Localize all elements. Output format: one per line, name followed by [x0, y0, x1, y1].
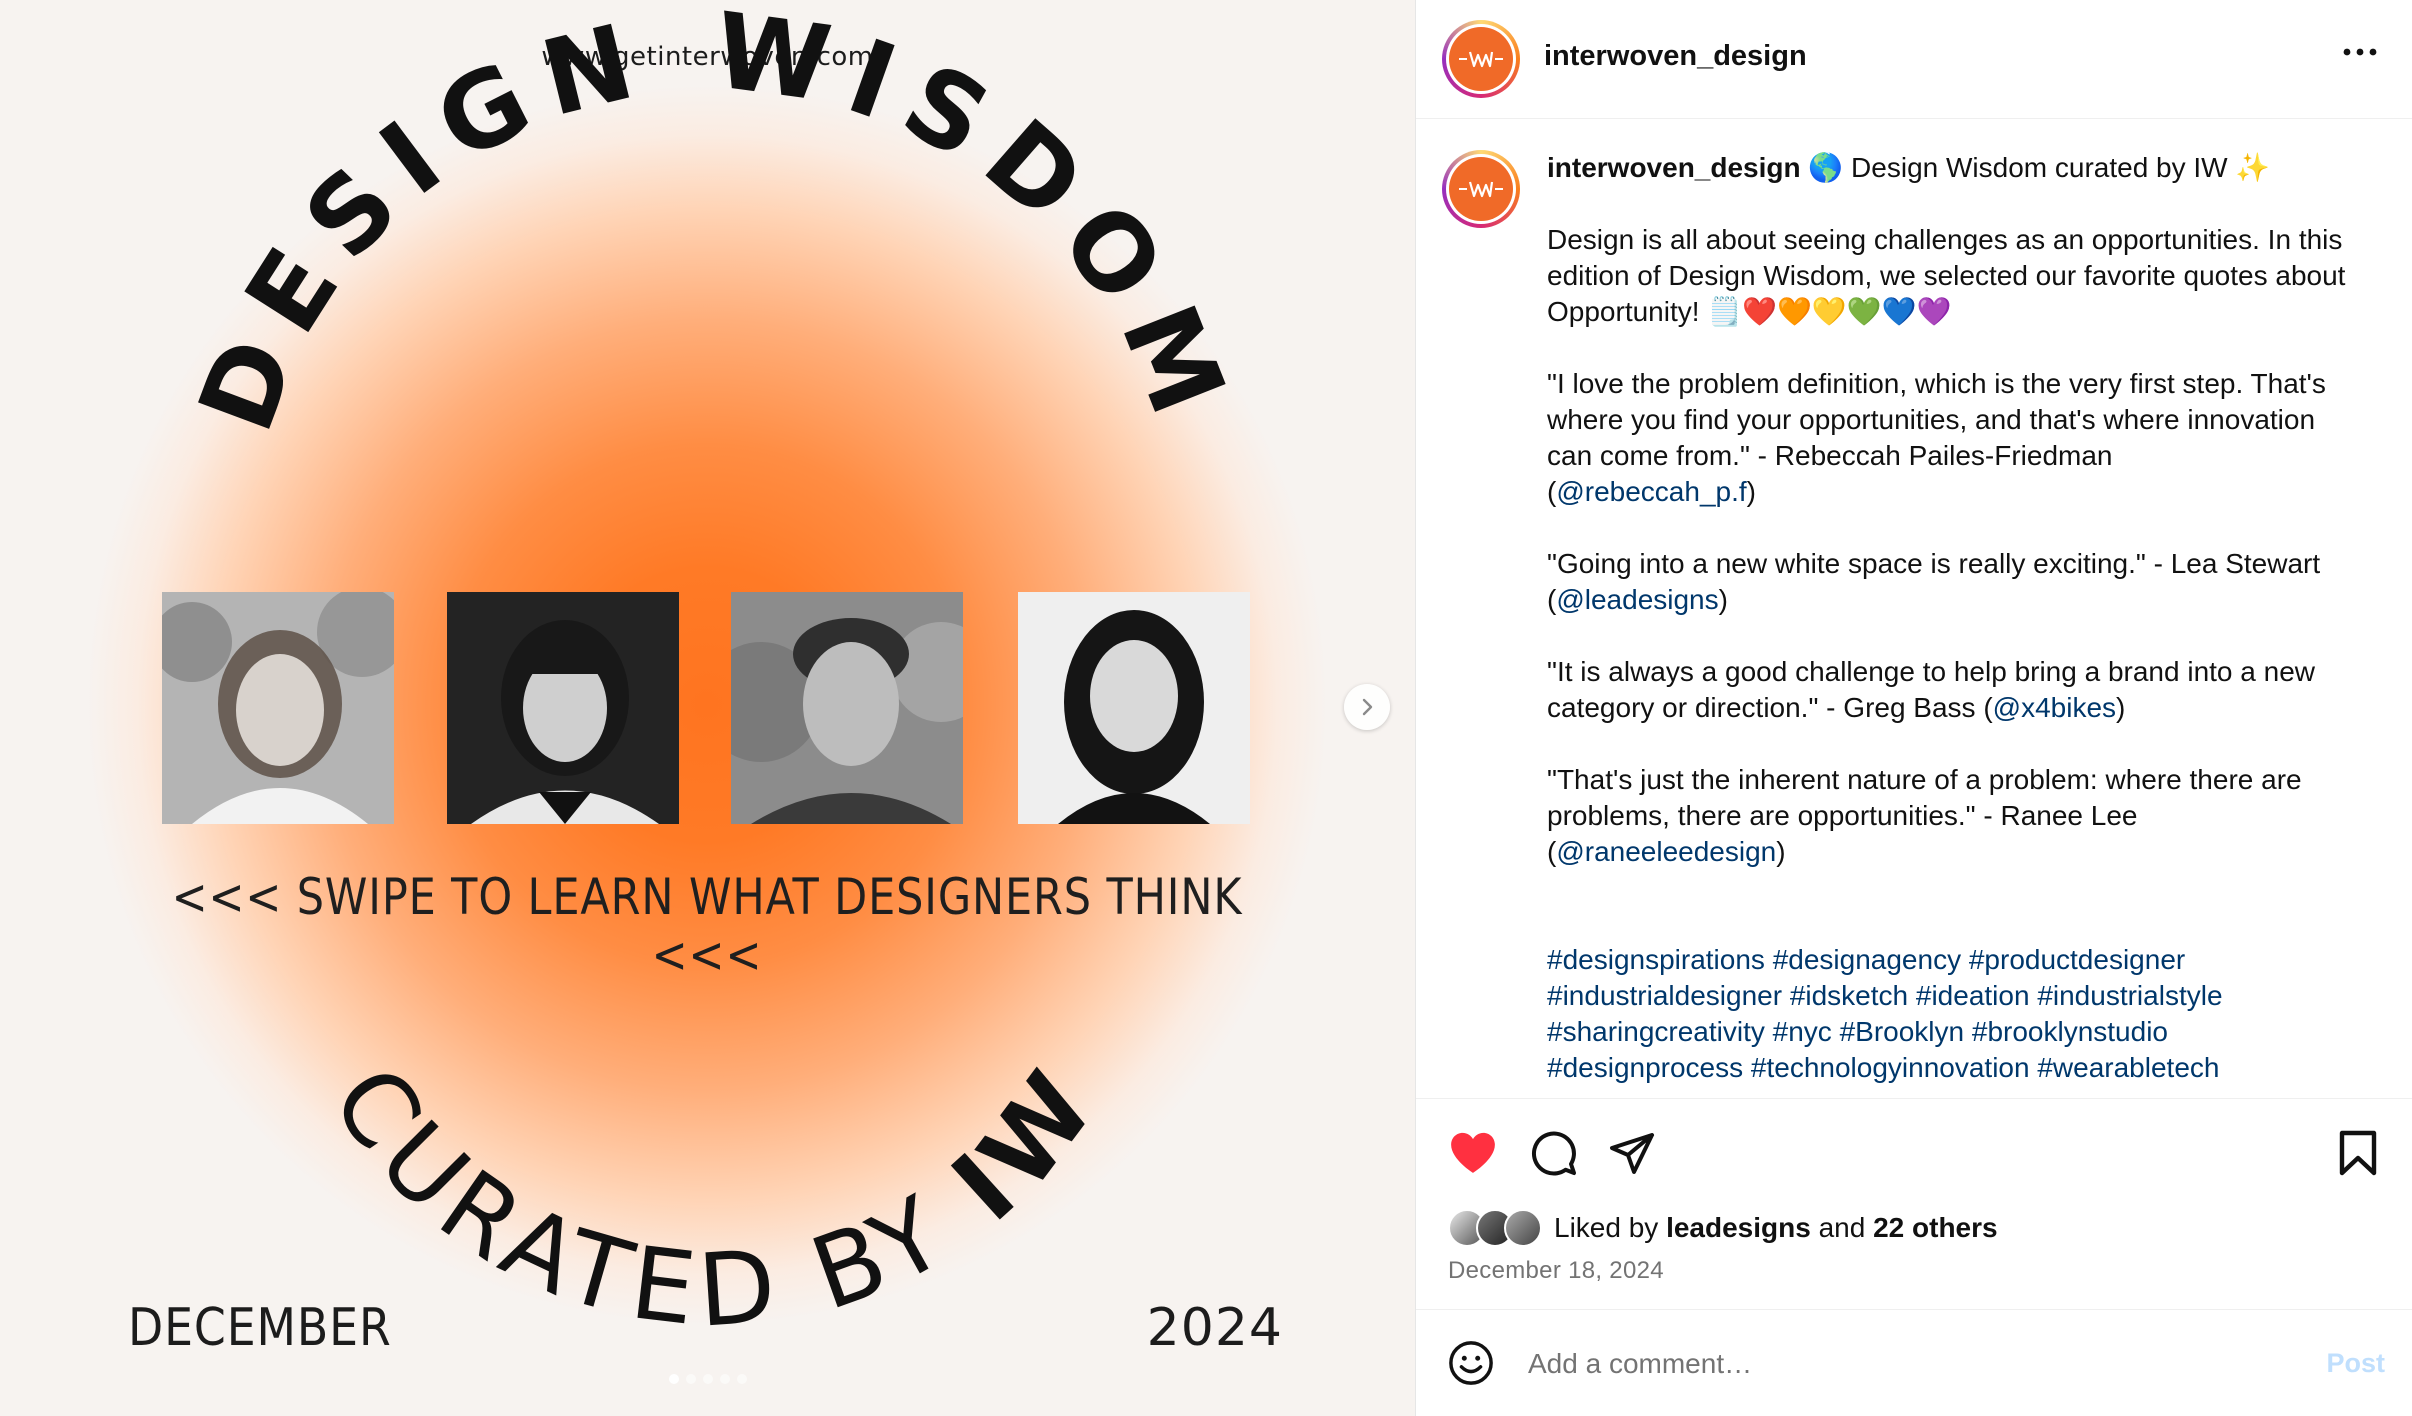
portrait-1 [162, 592, 394, 824]
chevron-right-icon [1362, 698, 1373, 716]
mention-link[interactable]: @x4bikes [1993, 692, 2116, 723]
interwoven-logo-icon [1459, 181, 1503, 198]
mention-link[interactable]: @raneeleedesign [1556, 836, 1776, 867]
next-slide-button[interactable] [1344, 684, 1390, 730]
liker-avatar [1504, 1209, 1542, 1247]
year-label: 2024 [1146, 1298, 1283, 1358]
like-button[interactable] [1448, 1129, 1498, 1180]
header-username[interactable]: interwoven_design [1544, 40, 1807, 73]
likes-summary[interactable]: Liked by leadesigns and 22 others [1448, 1209, 1998, 1247]
caption-text: interwoven_design 🌎 Design Wisdom curate… [1547, 150, 2367, 1098]
design-wisdom-title: DESIGN WISDOM [175, 0, 1255, 447]
curated-by-text: CURATED BY [309, 1046, 1007, 1350]
more-options-icon [2343, 48, 2377, 56]
post-comment-button[interactable]: Post [2326, 1348, 2385, 1379]
heart-icon [1451, 1132, 1495, 1173]
hashtags[interactable]: #designspirations #designagency #product… [1547, 942, 2367, 1086]
post-header: interwoven_design [1416, 0, 2412, 119]
month-label: DECEMBER [128, 1298, 392, 1358]
send-icon [1610, 1133, 1654, 1174]
carousel-dot [685, 1374, 696, 1384]
carousel-dot [668, 1374, 679, 1384]
comment-button[interactable] [1530, 1129, 1578, 1182]
liker-username[interactable]: leadesigns [1666, 1212, 1811, 1243]
post-image[interactable]: www.getinterwoven.com DESIGN WISDOM CURA… [0, 0, 1415, 1416]
smiley-icon [1449, 1341, 1493, 1385]
save-button[interactable] [2338, 1129, 2378, 1182]
more-options-button[interactable] [2343, 44, 2377, 62]
curated-by-title: CURATED BY IW [309, 1044, 1122, 1350]
portrait-1-image [162, 592, 394, 824]
bookmark-icon [2339, 1130, 2377, 1176]
portrait-2-image [447, 592, 679, 824]
share-button[interactable] [1608, 1129, 1656, 1182]
header-avatar[interactable] [1442, 20, 1520, 98]
comment-input[interactable] [1526, 1338, 2290, 1390]
carousel-dot [719, 1374, 730, 1384]
caption-paragraph: Design is all about seeing challenges as… [1547, 224, 2346, 327]
post-actions: Liked by leadesigns and 22 others Decemb… [1416, 1098, 2412, 1310]
portrait-4 [1018, 592, 1250, 824]
post-date[interactable]: December 18, 2024 [1448, 1257, 1664, 1285]
mention-link[interactable]: @rebeccah_p.f [1556, 476, 1746, 507]
comment-bar: Post [1416, 1310, 2412, 1416]
carousel-dot [736, 1374, 747, 1384]
emoji-button[interactable] [1448, 1340, 1494, 1391]
post-panel: interwoven_design interwoven_design 🌎 De… [1415, 0, 2412, 1416]
caption-intro: interwoven_design 🌎 Design Wisdom curate… [1547, 150, 2367, 186]
likes-text: Liked by leadesigns and 22 others [1554, 1212, 1998, 1243]
quote-2: "Going into a new white space is really … [1547, 548, 2321, 615]
caption-area[interactable]: interwoven_design 🌎 Design Wisdom curate… [1416, 118, 2412, 1098]
carousel-indicator [0, 1374, 1415, 1384]
quote-4: "That's just the inherent nature of a pr… [1547, 764, 2302, 867]
comment-icon [1531, 1131, 1576, 1176]
caption-avatar[interactable] [1442, 150, 1520, 228]
portrait-3 [731, 592, 963, 824]
design-wisdom-text: DESIGN WISDOM [175, 0, 1237, 447]
portrait-4-image [1018, 592, 1250, 824]
portrait-3-image [731, 592, 963, 824]
portrait-2 [447, 592, 679, 824]
quote-3: "It is always a good challenge to help b… [1547, 656, 2315, 723]
carousel-dot [702, 1374, 713, 1384]
quote-1: "I love the problem definition, which is… [1547, 368, 2326, 507]
swipe-instruction: <<< SWIPE TO LEARN WHAT DESIGNERS THINK … [171, 868, 1243, 984]
caption-intro-text: 🌎 Design Wisdom curated by IW ✨ [1808, 152, 2271, 183]
mention-link[interactable]: @leadesigns [1556, 584, 1718, 615]
caption-username[interactable]: interwoven_design [1547, 152, 1801, 183]
interwoven-logo-icon [1459, 51, 1503, 68]
others-link[interactable]: 22 others [1873, 1212, 1998, 1243]
